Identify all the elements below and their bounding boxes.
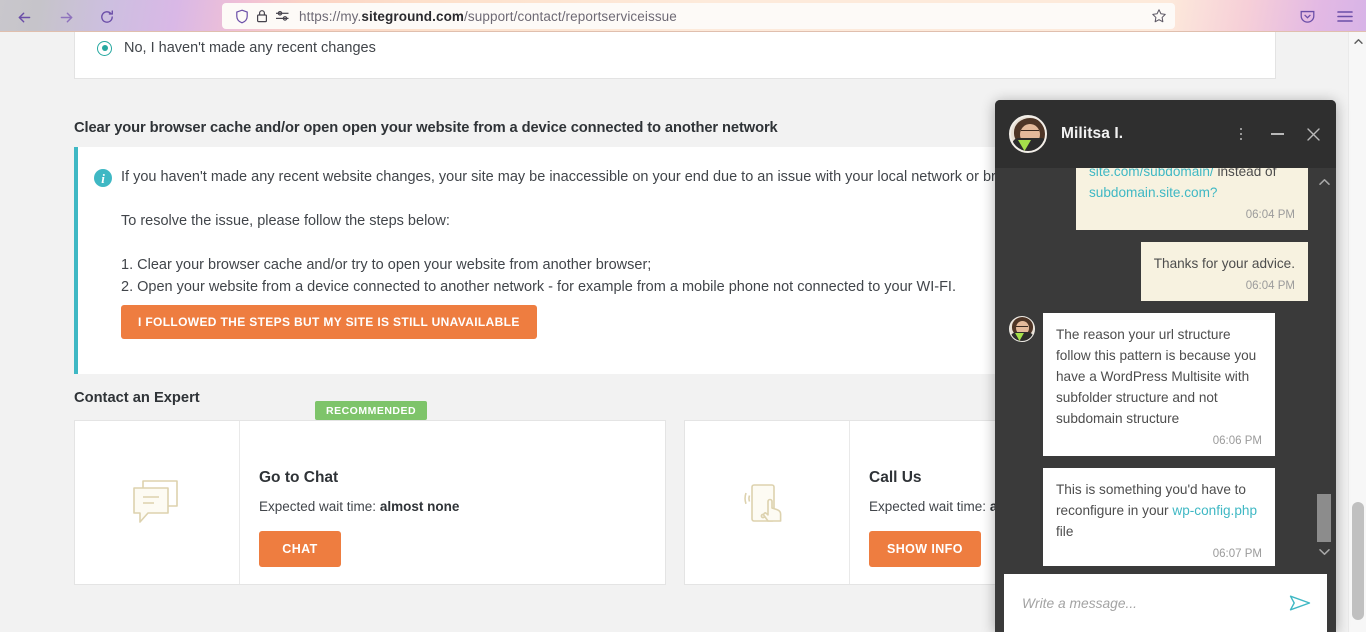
lock-icon	[252, 6, 272, 26]
chat-bubble-icon	[75, 421, 240, 584]
show-info-button[interactable]: SHOW INFO	[869, 531, 981, 567]
message-text: file	[1056, 524, 1074, 540]
chat-scroll-down-arrow[interactable]	[1316, 544, 1332, 560]
send-arrow-icon[interactable]	[1285, 588, 1315, 618]
card-wait-prefix: Expected wait time:	[869, 499, 990, 514]
message-text: instead of	[1213, 168, 1277, 179]
chat-message-list[interactable]: site.com/subdomain/ instead of subdomain…	[995, 168, 1336, 566]
message-timestamp: 06:06 PM	[1212, 435, 1262, 448]
address-bar[interactable]: https://my.siteground.com/support/contac…	[222, 3, 1175, 29]
chat-message-input[interactable]	[1022, 595, 1285, 611]
agent-name: Militsa I.	[1061, 125, 1124, 142]
chat-input-area	[1004, 574, 1327, 632]
star-icon[interactable]	[1149, 6, 1169, 26]
message-timestamp: 06:07 PM	[1212, 548, 1262, 561]
message-timestamp: 06:04 PM	[1245, 280, 1295, 292]
radio-option-no-recent-changes[interactable]: No, I haven't made any recent changes	[75, 32, 1275, 56]
chat-scrollbar[interactable]	[1316, 174, 1332, 560]
kebab-menu-icon[interactable]	[1230, 123, 1252, 145]
chat-header: Militsa I.	[995, 100, 1336, 168]
agent-avatar-small	[1009, 315, 1035, 342]
info-step-2: 2. Open your website from a device conne…	[121, 279, 956, 295]
chat-scroll-thumb[interactable]	[1317, 494, 1331, 542]
agent-avatar	[1009, 115, 1047, 153]
message-bubble: Thanks for your advice. 06:04 PM	[1140, 241, 1308, 301]
chat-scroll-up-arrow[interactable]	[1316, 174, 1332, 190]
message-bubble: This is something you'd have to reconfig…	[1043, 467, 1275, 566]
shield-icon	[232, 6, 252, 26]
info-text-intro: If you haven't made any recent website c…	[121, 169, 1038, 185]
page-scroll-up-arrow[interactable]	[1349, 32, 1366, 50]
chat-message-incoming: The reason your url structure follow thi…	[1009, 312, 1308, 456]
minimize-icon[interactable]	[1266, 123, 1288, 145]
card-title: Go to Chat	[259, 469, 339, 486]
chat-message-incoming: This is something you'd have to reconfig…	[1009, 467, 1308, 566]
pocket-icon[interactable]	[1296, 5, 1318, 27]
permissions-icon[interactable]	[272, 6, 292, 26]
browser-toolbar: https://my.siteground.com/support/contac…	[0, 0, 1366, 32]
contact-card-chat[interactable]: RECOMMENDED Go to Chat Expected wait tim…	[74, 401, 666, 585]
reload-button[interactable]	[96, 6, 118, 28]
toolbar-right-actions	[1296, 5, 1356, 27]
close-icon[interactable]	[1302, 123, 1324, 145]
info-icon: i	[94, 169, 112, 187]
contact-expert-heading: Contact an Expert	[74, 390, 200, 406]
chat-message-outgoing: site.com/subdomain/ instead of subdomain…	[1009, 168, 1308, 230]
page-scrollbar[interactable]	[1348, 32, 1366, 632]
message-bubble: The reason your url structure follow thi…	[1043, 312, 1275, 456]
url-text: https://my.siteground.com/support/contac…	[299, 8, 677, 24]
card-wait-value: almost none	[379, 499, 460, 514]
message-timestamp: 06:04 PM	[1245, 209, 1295, 222]
recent-changes-card: No, I haven't made any recent changes	[74, 32, 1276, 79]
info-step-1: 1. Clear your browser cache and/or try t…	[121, 257, 652, 273]
back-button[interactable]	[13, 6, 35, 28]
message-text: Thanks for your advice.	[1153, 255, 1295, 271]
recommended-badge: RECOMMENDED	[315, 401, 428, 420]
message-link[interactable]: wp-config.php	[1172, 503, 1257, 518]
site-still-unavailable-button[interactable]: I FOLLOWED THE STEPS BUT MY SITE IS STIL…	[121, 305, 537, 339]
chat-button[interactable]: CHAT	[259, 531, 341, 567]
chat-widget: Militsa I. site.com/subdomain/ instead o…	[995, 100, 1336, 632]
forward-button[interactable]	[55, 6, 77, 28]
radio-button-selected[interactable]	[97, 40, 112, 56]
radio-option-label: No, I haven't made any recent changes	[124, 40, 376, 56]
card-wait-time: Expected wait time: almost none	[259, 499, 665, 514]
phone-tap-icon	[685, 421, 850, 584]
chat-header-actions	[1230, 123, 1324, 145]
info-text-resolve: To resolve the issue, please follow the …	[121, 213, 450, 229]
chat-message-outgoing: Thanks for your advice. 06:04 PM	[1009, 241, 1308, 301]
message-link[interactable]: site.com/subdomain/	[1089, 168, 1214, 179]
card-wait-prefix: Expected wait time:	[259, 499, 380, 514]
page-scroll-thumb[interactable]	[1352, 502, 1364, 620]
message-link[interactable]: subdomain.site.com?	[1089, 185, 1217, 200]
message-bubble: site.com/subdomain/ instead of subdomain…	[1076, 168, 1308, 230]
section-heading: Clear your browser cache and/or open ope…	[74, 120, 778, 136]
message-text: The reason your url structure follow thi…	[1056, 326, 1257, 427]
hamburger-menu-icon[interactable]	[1334, 5, 1356, 27]
